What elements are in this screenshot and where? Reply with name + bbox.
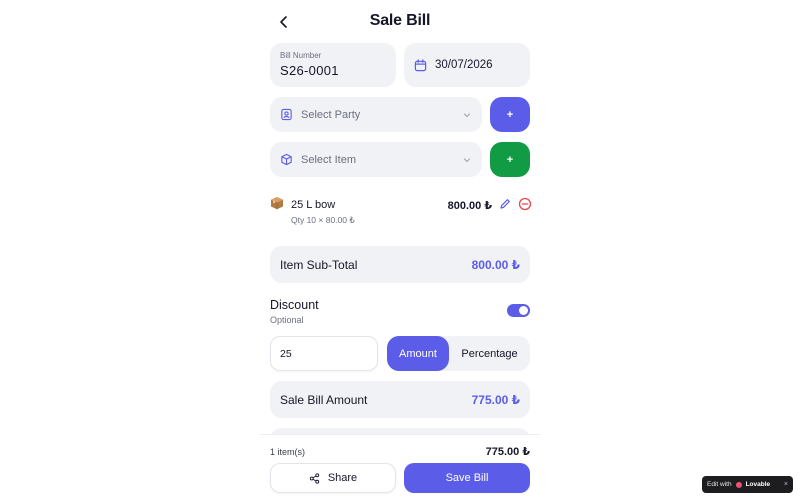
badge-brand: Lovable — [745, 481, 771, 488]
bill-date-field[interactable]: 30/07/2026 — [404, 43, 530, 87]
toggle-knob — [519, 306, 528, 315]
sale-amount-value: 775.00 ₺ — [471, 392, 520, 407]
item-count: 1 item(s) — [270, 447, 306, 457]
line-item-amount: 800.00 ₺ — [447, 200, 492, 212]
item-select[interactable]: Select Item — [270, 142, 482, 177]
footer-total: 775.00 ₺ — [485, 446, 530, 458]
bill-number-label: Bill Number — [280, 51, 322, 60]
chevron-down-icon — [462, 110, 472, 120]
bill-date-value: 30/07/2026 — [435, 59, 493, 71]
box-icon — [281, 153, 292, 166]
discount-mode-amount[interactable]: Amount — [387, 336, 449, 371]
line-item-name: 25 L bow — [291, 199, 336, 211]
item-subtotal-row: Item Sub-Total 800.00 ₺ — [270, 246, 530, 283]
line-item-qty: Qty 10 × 80.00 ₺ — [291, 215, 355, 225]
close-icon[interactable]: × — [784, 481, 788, 488]
share-button[interactable]: Share — [270, 463, 396, 493]
sale-bill-amount-row: Sale Bill Amount 775.00 ₺ — [270, 381, 530, 418]
lovable-logo-icon — [735, 481, 742, 488]
discount-title: Discount — [270, 298, 319, 312]
share-icon — [309, 472, 319, 484]
badge-prefix: Edit with — [707, 481, 732, 488]
chevron-down-icon — [462, 155, 472, 165]
contact-icon — [281, 108, 292, 121]
header: Sale Bill — [260, 0, 540, 44]
subtotal-label: Item Sub-Total — [280, 257, 358, 272]
calendar-icon — [414, 58, 427, 71]
item-select-placeholder: Select Item — [301, 153, 357, 166]
discount-mode-percentage[interactable]: Percentage — [449, 336, 530, 371]
bill-number-field[interactable]: Bill Number S26-0001 — [270, 43, 396, 87]
sale-bill-screen: Sale Bill Bill Number S26-0001 30/07/202… — [260, 0, 540, 500]
discount-mode-segmented: Amount Percentage — [387, 336, 530, 371]
minus-circle-icon[interactable] — [518, 197, 532, 211]
discount-subtitle: Optional — [270, 315, 304, 325]
discount-toggle[interactable] — [507, 304, 530, 317]
page-title: Sale Bill — [369, 12, 431, 29]
sale-amount-label: Sale Bill Amount — [280, 392, 368, 407]
add-item-button[interactable]: + — [490, 142, 530, 177]
line-item: 25 L bow Qty 10 × 80.00 ₺ 800.00 ₺ — [270, 194, 532, 230]
package-icon — [271, 197, 283, 210]
add-party-button[interactable]: + — [490, 97, 530, 132]
share-label: Share — [327, 472, 358, 484]
subtotal-value: 800.00 ₺ — [471, 257, 520, 272]
pencil-icon[interactable] — [498, 197, 512, 211]
lovable-badge[interactable]: Edit with Lovable × — [702, 476, 793, 493]
footer-bar: 1 item(s) 775.00 ₺ Share Save Bill — [260, 434, 540, 500]
party-select-placeholder: Select Party — [301, 108, 361, 121]
bill-number-value: S26-0001 — [280, 63, 339, 78]
discount-input[interactable] — [270, 336, 378, 371]
save-bill-button[interactable]: Save Bill — [404, 463, 530, 493]
party-select[interactable]: Select Party — [270, 97, 482, 132]
